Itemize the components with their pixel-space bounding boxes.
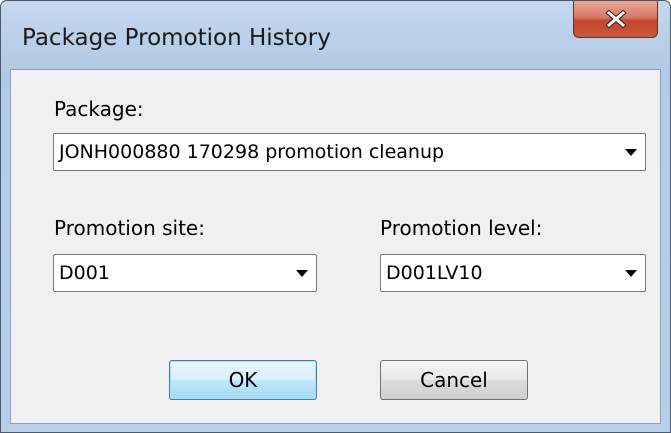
promotion-level-dropdown[interactable]: D001LV10 — [380, 254, 646, 292]
dialog-content: Package: JONH000880 170298 promotion cle… — [10, 69, 661, 424]
close-icon — [604, 10, 627, 28]
promotion-level-label: Promotion level: — [380, 216, 543, 240]
cancel-button[interactable]: Cancel — [380, 360, 528, 400]
promotion-site-dropdown[interactable]: D001 — [53, 254, 317, 292]
promotion-level-value: D001LV10 — [386, 262, 483, 284]
dialog-window: Package Promotion History Package: JONH0… — [0, 0, 671, 433]
close-button[interactable] — [573, 1, 658, 38]
ok-button[interactable]: OK — [169, 360, 317, 400]
chevron-down-icon[interactable] — [625, 149, 637, 156]
chevron-down-icon[interactable] — [625, 270, 637, 277]
package-dropdown[interactable]: JONH000880 170298 promotion cleanup — [53, 133, 646, 171]
chevron-down-icon[interactable] — [296, 270, 308, 277]
window-title: Package Promotion History — [22, 25, 331, 51]
promotion-site-value: D001 — [59, 262, 110, 284]
title-bar[interactable]: Package Promotion History — [1, 1, 670, 69]
promotion-site-label: Promotion site: — [54, 216, 205, 240]
package-label: Package: — [54, 97, 144, 121]
package-value: JONH000880 170298 promotion cleanup — [59, 141, 445, 163]
